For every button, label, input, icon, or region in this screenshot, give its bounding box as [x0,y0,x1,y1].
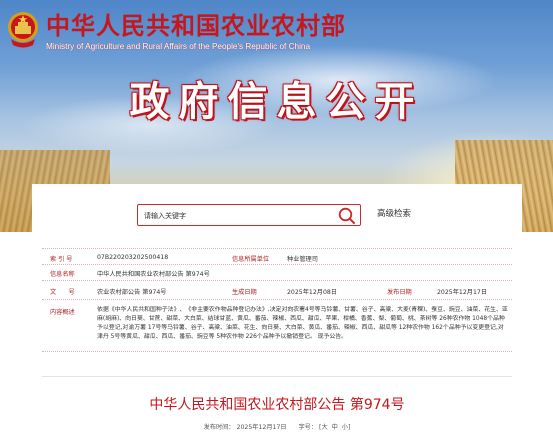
gen-date-label: 生成日期 [232,289,257,296]
pub-date-label: 发布日期 [387,289,412,296]
index-label: 索 引 号 [50,256,73,263]
search-box [137,204,361,226]
font-size-medium[interactable]: 中 [332,424,338,431]
name-label: 信息名称 [50,271,75,278]
advanced-search-link[interactable]: 高级检索 [377,207,411,219]
info-row-docno: 文 号 农业农村部公告 第974号 生成日期 2025年12月08日 发布日期 … [42,281,512,300]
font-size-label: 字号： [298,424,318,431]
search-bar: 高级检索 [137,204,457,226]
page-heading: 政府信息公开 [129,79,424,125]
doc-no-label: 文 号 [50,289,75,296]
content-card: 高级检索 索 引 号 07B220203202500418 信息所属单位 种业管… [32,184,522,443]
divider [42,376,512,377]
info-row-summary: 内容概述 依据《中华人民共和国种子法》、《非主要农作物品种登记办法》,决定对向农… [42,300,512,352]
gen-date-value: 2025年12月08日 [287,289,338,296]
summary-text: 依据《中华人民共和国种子法》、《非主要农作物品种登记办法》,决定对向农署4号等马… [97,307,508,340]
font-size-large[interactable]: [大 [319,424,328,431]
name-value: 中华人民共和国农业农村部公告 第974号 [97,271,210,278]
info-table: 索 引 号 07B220203202500418 信息所属单位 种业管理司 信息… [42,248,512,352]
index-value: 07B220203202500418 [97,254,169,261]
search-icon[interactable] [338,207,356,225]
doc-no-value: 农业农村部公告 第974号 [97,289,167,296]
ministry-name-en: Ministry of Agriculture and Rural Affair… [46,42,311,51]
document-title: 中华人民共和国农业农村部公告 第974号 [149,397,405,413]
org-value: 种业管理司 [287,256,318,263]
search-input[interactable] [144,208,324,223]
font-size-small[interactable]: 小] [342,424,351,431]
info-row-name: 信息名称 中华人民共和国农业农村部公告 第974号 [42,265,512,281]
summary-label: 内容概述 [50,309,75,316]
publish-time-value: 2025年12月17日 [236,424,287,431]
publish-time-label: 发布时间： [203,424,235,431]
document-meta: 发布时间： 2025年12月17日 字号： [大 中 小] [32,422,522,431]
ministry-name-cn[interactable]: 中华人民共和国农业农村部 [46,12,346,40]
national-emblem-icon[interactable] [6,9,40,51]
pub-date-value: 2025年12月17日 [437,289,488,296]
info-row-index: 索 引 号 07B220203202500418 信息所属单位 种业管理司 [42,249,512,265]
org-label: 信息所属单位 [232,256,270,263]
